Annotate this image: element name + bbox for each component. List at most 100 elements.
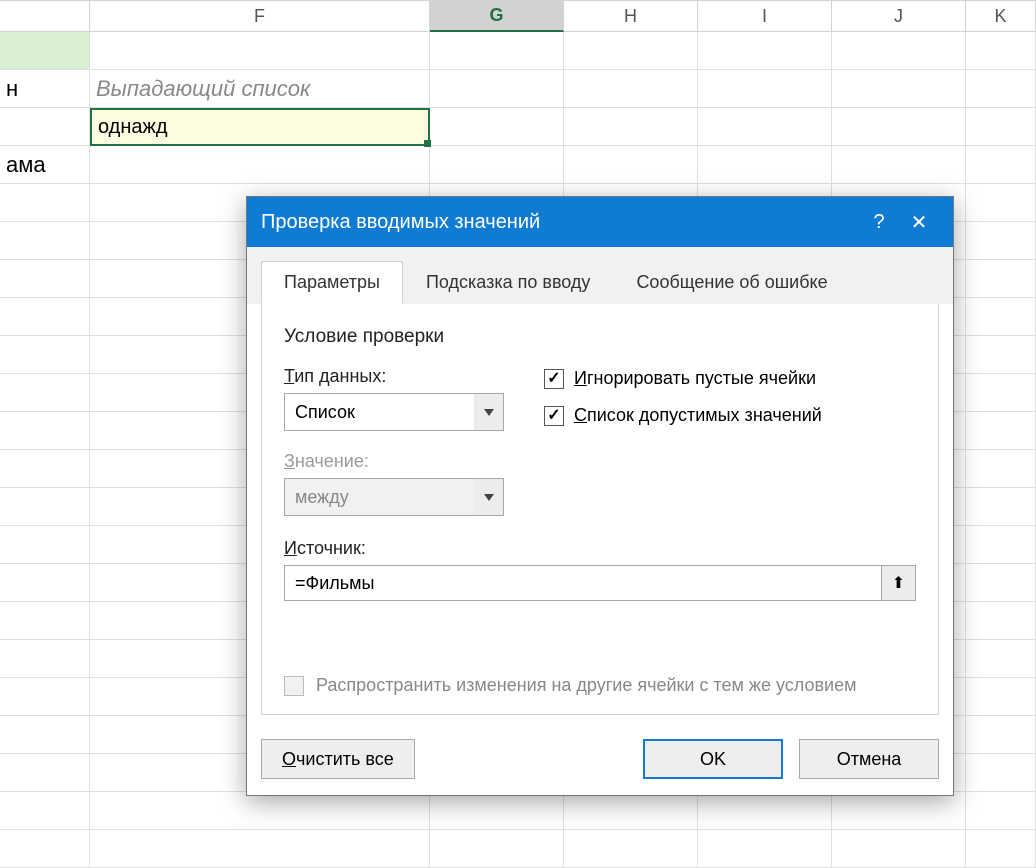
cell[interactable] bbox=[966, 830, 1036, 868]
cell[interactable] bbox=[966, 792, 1036, 830]
cell[interactable] bbox=[966, 754, 1036, 792]
cell[interactable] bbox=[966, 260, 1036, 298]
cell[interactable] bbox=[90, 792, 430, 830]
cell[interactable] bbox=[0, 222, 90, 260]
cell[interactable] bbox=[0, 412, 90, 450]
cell[interactable] bbox=[832, 32, 966, 70]
cell[interactable] bbox=[966, 108, 1036, 146]
cell[interactable] bbox=[430, 70, 564, 108]
cell[interactable] bbox=[966, 70, 1036, 108]
type-select-dropdown-button[interactable] bbox=[474, 393, 504, 431]
tab-parameters[interactable]: Параметры bbox=[261, 261, 403, 304]
cell[interactable] bbox=[966, 412, 1036, 450]
source-input[interactable] bbox=[284, 565, 882, 601]
tab-input-message[interactable]: Подсказка по вводу bbox=[403, 261, 613, 304]
cell[interactable] bbox=[966, 526, 1036, 564]
cell[interactable] bbox=[0, 260, 90, 298]
column-header-I[interactable]: I bbox=[698, 0, 832, 32]
cell[interactable] bbox=[0, 526, 90, 564]
range-selector-button[interactable]: ⬆ bbox=[882, 565, 916, 601]
ok-button[interactable]: OK bbox=[643, 739, 783, 779]
cell[interactable]: Выпадающий список bbox=[90, 70, 430, 108]
cell[interactable] bbox=[698, 70, 832, 108]
cell[interactable] bbox=[832, 70, 966, 108]
cell[interactable] bbox=[966, 298, 1036, 336]
cell[interactable] bbox=[966, 184, 1036, 222]
cancel-button[interactable]: Отмена bbox=[799, 739, 939, 779]
column-header-G[interactable]: G bbox=[430, 0, 564, 32]
cell[interactable] bbox=[832, 108, 966, 146]
cell[interactable] bbox=[966, 222, 1036, 260]
cell[interactable] bbox=[966, 336, 1036, 374]
type-select-input[interactable]: Список bbox=[284, 393, 504, 431]
cell[interactable] bbox=[0, 488, 90, 526]
close-button[interactable]: ✕ bbox=[899, 210, 939, 235]
cell[interactable] bbox=[0, 754, 90, 792]
cell[interactable] bbox=[698, 146, 832, 184]
cell[interactable] bbox=[90, 32, 430, 70]
column-header-J[interactable]: J bbox=[832, 0, 966, 32]
help-button[interactable]: ? bbox=[859, 211, 899, 234]
cell[interactable] bbox=[966, 374, 1036, 412]
cell[interactable] bbox=[430, 146, 564, 184]
cell[interactable] bbox=[698, 32, 832, 70]
cell[interactable] bbox=[832, 792, 966, 830]
cell[interactable] bbox=[90, 146, 430, 184]
type-select[interactable]: Список bbox=[284, 393, 504, 431]
cell[interactable] bbox=[564, 32, 698, 70]
cell[interactable] bbox=[966, 564, 1036, 602]
cell[interactable] bbox=[966, 146, 1036, 184]
cell[interactable] bbox=[0, 32, 90, 70]
cell[interactable] bbox=[564, 108, 698, 146]
cell[interactable] bbox=[966, 488, 1036, 526]
cell[interactable] bbox=[564, 830, 698, 868]
cell[interactable] bbox=[430, 108, 564, 146]
cell[interactable] bbox=[698, 830, 832, 868]
cell[interactable] bbox=[966, 716, 1036, 754]
cell[interactable] bbox=[0, 374, 90, 412]
cell[interactable] bbox=[0, 602, 90, 640]
cell[interactable] bbox=[0, 450, 90, 488]
cell[interactable] bbox=[0, 184, 90, 222]
cell[interactable] bbox=[430, 830, 564, 868]
cell[interactable]: ама bbox=[0, 146, 90, 184]
cell[interactable] bbox=[0, 336, 90, 374]
cell[interactable] bbox=[966, 678, 1036, 716]
cell[interactable] bbox=[966, 602, 1036, 640]
source-label: Источник: bbox=[284, 538, 916, 559]
cell[interactable] bbox=[698, 108, 832, 146]
cell[interactable] bbox=[0, 792, 90, 830]
cell[interactable] bbox=[564, 146, 698, 184]
cell[interactable] bbox=[0, 716, 90, 754]
cell[interactable]: н bbox=[0, 70, 90, 108]
row: однажд bbox=[0, 108, 1036, 146]
active-cell[interactable]: однажд bbox=[90, 108, 430, 146]
cell[interactable] bbox=[430, 32, 564, 70]
cell[interactable] bbox=[0, 108, 90, 146]
dialog-body: Условие проверки Тип данных: Список Знач… bbox=[261, 304, 939, 715]
column-header-partial[interactable] bbox=[0, 0, 90, 32]
cell[interactable] bbox=[90, 830, 430, 868]
cell[interactable] bbox=[698, 792, 832, 830]
tab-error-alert[interactable]: Сообщение об ошибке bbox=[613, 261, 850, 304]
cell[interactable] bbox=[564, 792, 698, 830]
cell[interactable] bbox=[966, 32, 1036, 70]
cell[interactable] bbox=[832, 146, 966, 184]
cell[interactable] bbox=[0, 640, 90, 678]
dialog-titlebar[interactable]: Проверка вводимых значений ? ✕ bbox=[247, 197, 953, 247]
cell[interactable] bbox=[832, 830, 966, 868]
column-header-F[interactable]: F bbox=[90, 0, 430, 32]
cell[interactable] bbox=[966, 450, 1036, 488]
cell[interactable] bbox=[0, 564, 90, 602]
cell[interactable] bbox=[0, 298, 90, 336]
cell[interactable] bbox=[966, 640, 1036, 678]
cell[interactable] bbox=[564, 70, 698, 108]
cell[interactable] bbox=[0, 678, 90, 716]
cell[interactable] bbox=[0, 830, 90, 868]
in-cell-dropdown-checkbox[interactable] bbox=[544, 406, 564, 426]
ignore-blank-checkbox[interactable] bbox=[544, 369, 564, 389]
cell[interactable] bbox=[430, 792, 564, 830]
column-header-H[interactable]: H bbox=[564, 0, 698, 32]
clear-all-button[interactable]: Очистить все bbox=[261, 739, 415, 779]
column-header-K[interactable]: K bbox=[966, 0, 1036, 32]
